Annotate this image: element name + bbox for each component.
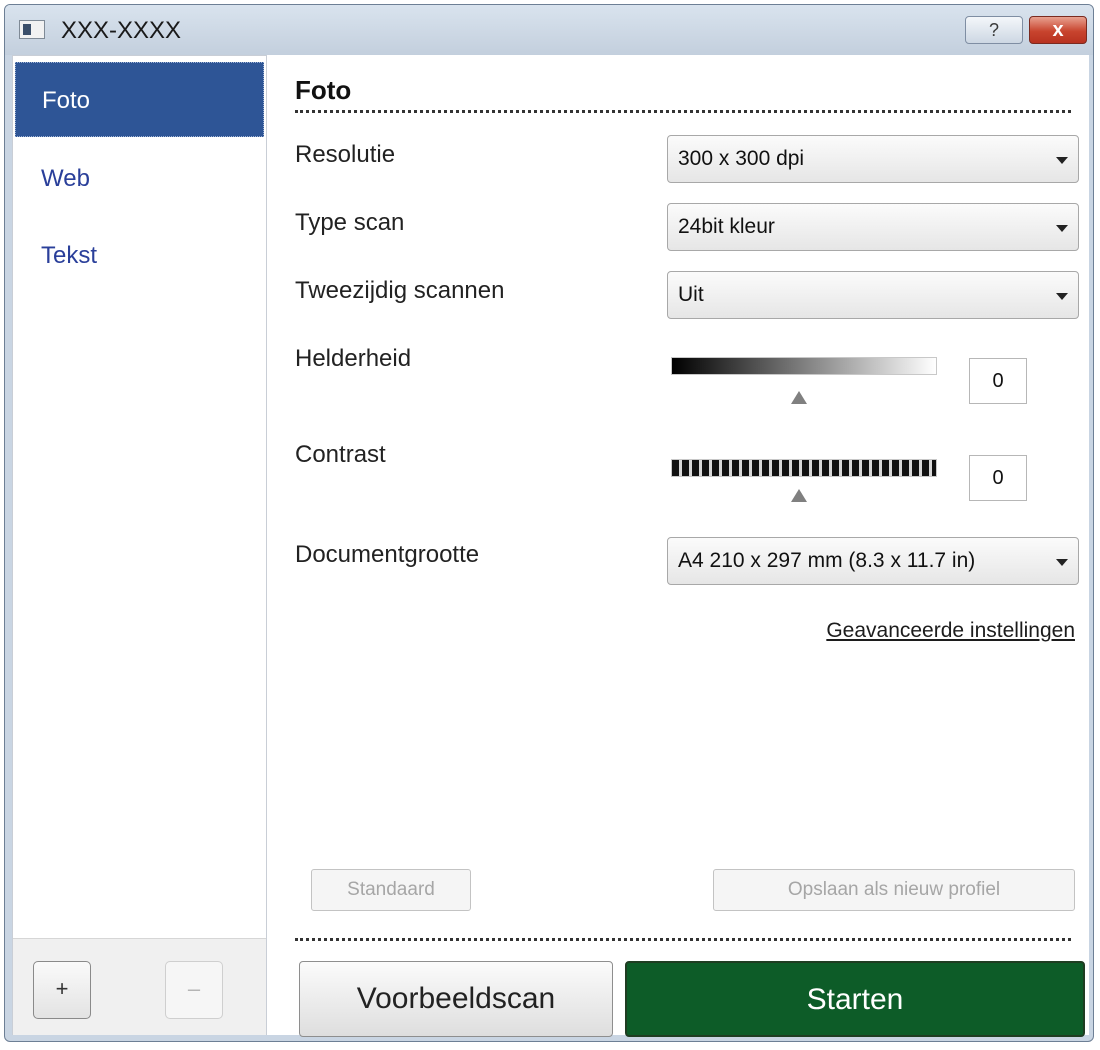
add-profile-button[interactable]: + (33, 961, 91, 1019)
window-title: XXX-XXXX (61, 17, 182, 44)
duplex-label: Tweezijdig scannen (295, 277, 505, 304)
profile-sidebar: Foto Web Tekst + – (12, 55, 267, 1035)
contrast-slider-track[interactable] (671, 459, 937, 477)
close-button[interactable]: x (1029, 16, 1087, 44)
resolution-value: 300 x 300 dpi (678, 147, 805, 170)
duplex-value: Uit (678, 283, 704, 306)
chevron-down-icon (1056, 157, 1068, 164)
title-bar: XXX-XXXX ? x (5, 5, 1093, 55)
help-button[interactable]: ? (965, 16, 1023, 44)
sidebar-item-tekst[interactable]: Tekst (15, 218, 264, 293)
remove-profile-button[interactable]: – (165, 961, 223, 1019)
start-button[interactable]: Starten (625, 961, 1085, 1037)
document-size-value: A4 210 x 297 mm (8.3 x 11.7 in) (678, 549, 976, 572)
document-size-dropdown[interactable]: A4 210 x 297 mm (8.3 x 11.7 in) (667, 537, 1079, 585)
contrast-slider-thumb[interactable] (791, 489, 807, 502)
default-button[interactable]: Standaard (311, 869, 471, 911)
chevron-down-icon (1056, 293, 1068, 300)
duplex-dropdown[interactable]: Uit (667, 271, 1079, 319)
scan-type-value: 24bit kleur (678, 215, 775, 238)
chevron-down-icon (1056, 559, 1068, 566)
brightness-label: Helderheid (295, 345, 412, 372)
brightness-slider-track[interactable] (671, 357, 937, 375)
page-title: Foto (295, 75, 352, 105)
resolution-label: Resolutie (295, 141, 396, 168)
settings-panel: Foto Resolutie 300 x 300 dpi Type scan 2… (267, 55, 1089, 1037)
brightness-value[interactable]: 0 (969, 358, 1027, 404)
sidebar-footer: + – (13, 938, 266, 1035)
scan-type-dropdown[interactable]: 24bit kleur (667, 203, 1079, 251)
sidebar-item-foto[interactable]: Foto (15, 62, 264, 137)
document-size-label: Documentgrootte (295, 541, 480, 568)
brightness-slider-thumb[interactable] (791, 391, 807, 404)
app-icon (19, 20, 45, 39)
footer-divider (295, 938, 1071, 941)
chevron-down-icon (1056, 225, 1068, 232)
scan-type-label: Type scan (295, 209, 405, 236)
preview-scan-button[interactable]: Voorbeeldscan (299, 961, 613, 1037)
contrast-label: Contrast (295, 441, 386, 468)
scan-dialog-window: XXX-XXXX ? x Foto Web Tekst + – Foto Res… (4, 4, 1094, 1042)
contrast-value[interactable]: 0 (969, 455, 1027, 501)
resolution-dropdown[interactable]: 300 x 300 dpi (667, 135, 1079, 183)
title-divider (295, 110, 1071, 113)
save-new-profile-button[interactable]: Opslaan als nieuw profiel (713, 869, 1075, 911)
sidebar-item-web[interactable]: Web (15, 141, 264, 216)
advanced-settings-link[interactable]: Geavanceerde instellingen (826, 619, 1075, 643)
